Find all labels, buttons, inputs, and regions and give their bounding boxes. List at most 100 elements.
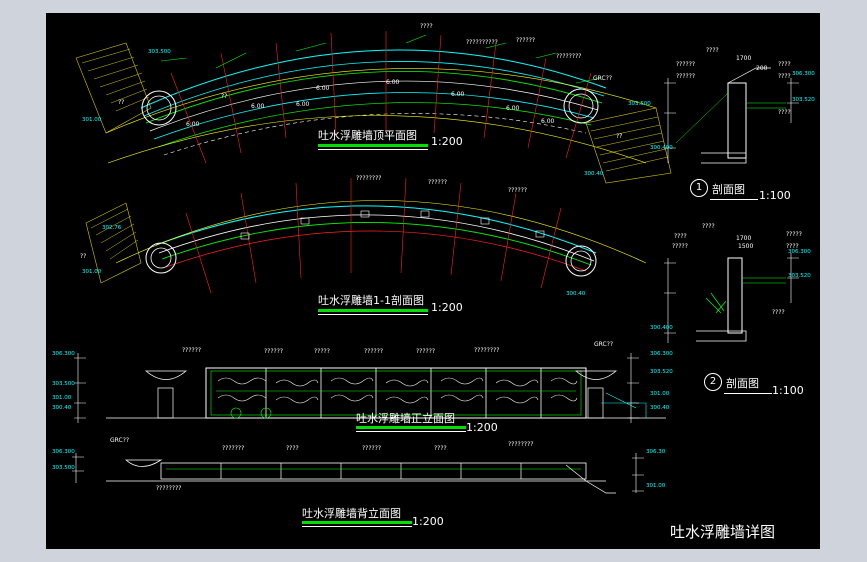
elevation-mark: 303.520 xyxy=(792,97,815,103)
elevation-mark: 306.300 xyxy=(788,249,811,255)
sheet-title: 吐水浮雕墙详图 xyxy=(670,523,776,541)
title-underline-thin xyxy=(710,199,758,200)
elevation-mark: 303.520 xyxy=(788,273,811,279)
elevation-mark: 303.500 xyxy=(628,101,651,107)
annotation: ??????? xyxy=(222,445,245,452)
elevation-mark: 306.300 xyxy=(792,71,815,77)
annotation: ???? xyxy=(420,23,433,30)
annotation: ?? xyxy=(80,253,87,260)
section-2-marker: 2 xyxy=(704,373,722,391)
drawing-viewer: 吐水浮雕墙顶平面图 1:200 吐水浮雕墙1-1剖面图 1:200 吐水浮雕墙正… xyxy=(0,0,867,562)
section-2-title: 剖面图 xyxy=(726,377,759,390)
elevation-mark: 300.40 xyxy=(566,291,586,297)
annotation: ????? xyxy=(314,348,330,355)
annotation: ?? xyxy=(118,99,125,106)
elevation-mark: 301.00 xyxy=(52,395,72,401)
section-1-marker: 1 xyxy=(690,179,708,197)
elevation-mark: 303.500 xyxy=(52,381,75,387)
title-underline-thin xyxy=(302,526,412,527)
annotation: ?? xyxy=(616,133,623,140)
annotation: ?????? xyxy=(676,73,696,80)
annotation: ?????? xyxy=(264,348,284,355)
title-underline-thin xyxy=(356,431,466,432)
annotation: ?????? xyxy=(362,445,382,452)
annotation: ???? xyxy=(706,47,719,54)
annotation: ?????? xyxy=(182,347,202,354)
dim-label: 6.00 xyxy=(316,85,330,92)
annotation: ???? xyxy=(702,223,715,230)
dim-label: 6.00 xyxy=(451,91,465,98)
annotation: ?????? xyxy=(416,348,436,355)
elevation-mark: 300.40 xyxy=(650,405,670,411)
section-1-title: 剖面图 xyxy=(712,183,745,196)
elevation-mark: 306.300 xyxy=(52,449,75,455)
annotation: ?????? xyxy=(516,37,536,44)
section-2-scale: 1:100 xyxy=(772,384,804,397)
annotation: ???? xyxy=(434,445,447,452)
annotation: ???????? xyxy=(508,441,534,448)
cad-canvas: 吐水浮雕墙顶平面图 1:200 吐水浮雕墙1-1剖面图 1:200 吐水浮雕墙正… xyxy=(46,13,820,549)
title-underline xyxy=(318,144,428,147)
elevation-mark: 300.40 xyxy=(52,405,72,411)
elevation-mark: 300.400 xyxy=(650,325,673,331)
title-underline-thin xyxy=(318,149,428,150)
dim-label: 6.00 xyxy=(251,103,265,110)
annotation: ???????? xyxy=(356,175,382,182)
elevation-mark: 303.520 xyxy=(650,369,673,375)
annotation: ?????? xyxy=(428,179,448,186)
elevation-mark: 302.76 xyxy=(102,225,122,231)
annotation: ?????? xyxy=(364,348,384,355)
dim-label: 200 xyxy=(756,65,768,72)
title-underline xyxy=(302,521,412,524)
back-elev-title: 吐水浮雕墙背立面图 xyxy=(302,507,401,520)
section-11-arc xyxy=(85,177,647,294)
dim-label: 6.00 xyxy=(506,105,520,112)
roof-plan-title: 吐水浮雕墙顶平面图 xyxy=(318,129,417,142)
dim-label: 6.00 xyxy=(541,118,555,125)
annotation: ?????? xyxy=(508,187,528,194)
front-elev-scale: 1:200 xyxy=(466,421,498,434)
elevation-mark: 301.00 xyxy=(82,117,102,123)
dim-label: 1500 xyxy=(738,243,754,250)
roof-plan-scale: 1:200 xyxy=(431,135,463,148)
annotation: ???????? xyxy=(556,53,582,60)
annotation: GRC?? xyxy=(594,341,614,348)
title-underline xyxy=(356,426,466,429)
annotation: GRC?? xyxy=(593,75,613,82)
elevation-mark: 301.00 xyxy=(646,483,666,489)
annotation: ???? xyxy=(674,233,687,240)
elevation-mark: 301.00 xyxy=(650,391,670,397)
dim-label: 6.00 xyxy=(186,121,200,128)
annotation: ????? xyxy=(672,243,688,250)
front-elev-title: 吐水浮雕墙正立面图 xyxy=(356,412,455,425)
title-underline-thin xyxy=(724,393,772,394)
elevation-mark: 300.40 xyxy=(584,171,604,177)
elevation-mark: 301.00 xyxy=(82,269,102,275)
elevation-mark: 306.300 xyxy=(52,351,75,357)
annotation: ???????? xyxy=(474,347,500,354)
section-11-title: 吐水浮雕墙1-1剖面图 xyxy=(318,294,424,307)
dim-label: 1700 xyxy=(736,55,752,62)
elevation-mark: 303.500 xyxy=(148,49,171,55)
section-1-scale: 1:100 xyxy=(759,189,791,202)
annotation: ???? xyxy=(772,309,785,316)
dim-label: 6.00 xyxy=(386,79,400,86)
dim-label: 1700 xyxy=(736,235,752,242)
detail-section-2 xyxy=(664,253,799,343)
annotation: ????? xyxy=(786,231,802,238)
cad-linework xyxy=(72,31,799,494)
elevation-mark: 306.30 xyxy=(646,449,666,455)
annotation: ???????? xyxy=(156,485,182,492)
annotation: ???? xyxy=(286,445,299,452)
title-underline-thin xyxy=(318,314,428,315)
annotation: ?? xyxy=(221,93,228,100)
annotation: ???? xyxy=(778,61,791,68)
elevation-mark: 306.300 xyxy=(650,351,673,357)
annotation: ???? xyxy=(778,109,791,116)
title-underline xyxy=(318,309,428,312)
dim-label: 6.00 xyxy=(296,101,310,108)
annotation: ?????????? xyxy=(466,39,498,46)
elevation-mark: 303.500 xyxy=(52,465,75,471)
section-11-scale: 1:200 xyxy=(431,301,463,314)
elevation-mark: 300.400 xyxy=(650,145,673,151)
